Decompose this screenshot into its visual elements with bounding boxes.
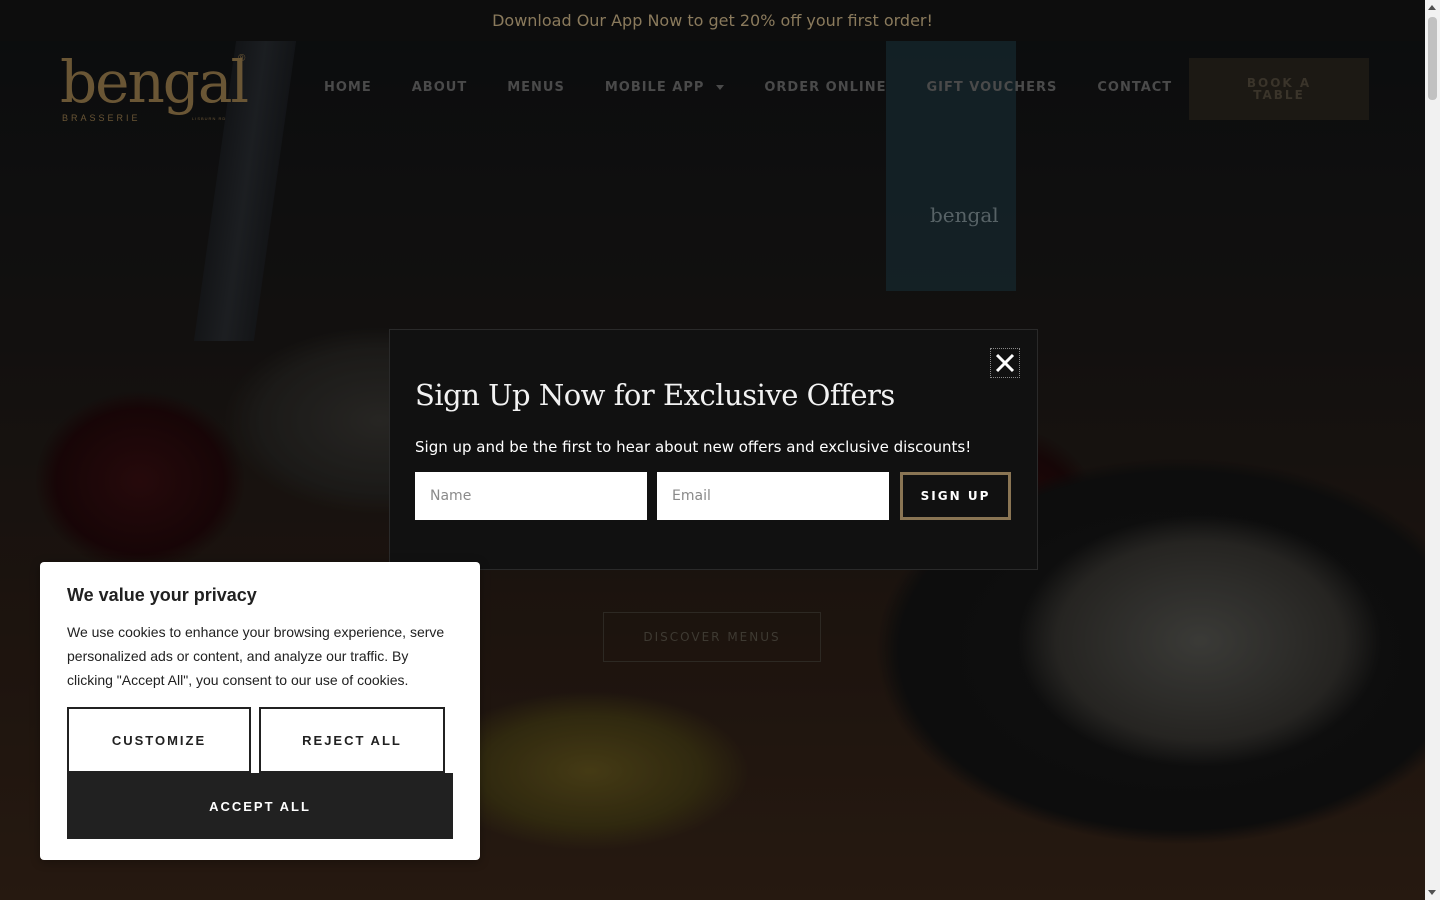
scrollbar-thumb[interactable]	[1428, 17, 1437, 100]
name-field[interactable]	[415, 472, 647, 520]
modal-title: Sign Up Now for Exclusive Offers	[415, 378, 895, 412]
nav-contact[interactable]: CONTACT	[1097, 80, 1172, 95]
logo-wordmark: bengal	[60, 48, 249, 116]
main-nav: HOME ABOUT MENUS MOBILE APP ORDER ONLINE…	[324, 80, 1212, 95]
nav-menus[interactable]: MENUS	[507, 80, 565, 95]
nav-order-online[interactable]: ORDER ONLINE	[764, 80, 886, 95]
reject-all-button[interactable]: REJECT ALL	[259, 707, 445, 773]
logo-subtitle: BRASSERIE	[62, 113, 141, 123]
nav-home[interactable]: HOME	[324, 80, 372, 95]
discover-menus-button[interactable]: DISCOVER MENUS	[603, 612, 821, 662]
close-modal-button[interactable]	[990, 348, 1020, 378]
cookie-consent-banner: We value your privacy We use cookies to …	[40, 562, 480, 860]
page-scrollbar[interactable]	[1425, 0, 1440, 900]
email-field[interactable]	[657, 472, 889, 520]
chevron-down-icon[interactable]	[716, 85, 725, 90]
promo-bar: Download Our App Now to get 20% off your…	[0, 0, 1425, 41]
site-header: bengal BRASSERIE LISBURN RD ® HOME ABOUT…	[0, 41, 1425, 136]
promo-text[interactable]: Download Our App Now to get 20% off your…	[492, 11, 933, 30]
cookie-description: We use cookies to enhance your browsing …	[67, 624, 445, 688]
signup-modal: Sign Up Now for Exclusive Offers Sign up…	[389, 329, 1038, 570]
nav-mobile-app-label: MOBILE APP	[604, 80, 705, 95]
book-table-button[interactable]: BOOK A TABLE	[1189, 58, 1369, 120]
standee-logo-text: bengal	[930, 203, 999, 227]
signup-button[interactable]: SIGN UP	[900, 472, 1011, 520]
nav-mobile-app[interactable]: MOBILE APP	[605, 80, 725, 95]
registered-mark: ®	[238, 53, 246, 64]
nav-gift-vouchers[interactable]: GIFT VOUCHERS	[926, 80, 1057, 95]
brand-logo[interactable]: bengal BRASSERIE LISBURN RD ®	[60, 48, 249, 123]
nav-about[interactable]: ABOUT	[412, 80, 467, 95]
cookie-title: We value your privacy	[67, 585, 257, 605]
logo-location: LISBURN RD	[192, 116, 227, 121]
modal-description: Sign up and be the first to hear about n…	[415, 438, 972, 456]
accept-all-button[interactable]: ACCEPT ALL	[67, 773, 453, 839]
scroll-down-arrow-icon[interactable]	[1428, 890, 1436, 895]
close-icon	[995, 353, 1015, 373]
customize-button[interactable]: CUSTOMIZE	[67, 707, 251, 773]
scroll-up-arrow-icon[interactable]	[1428, 5, 1436, 10]
